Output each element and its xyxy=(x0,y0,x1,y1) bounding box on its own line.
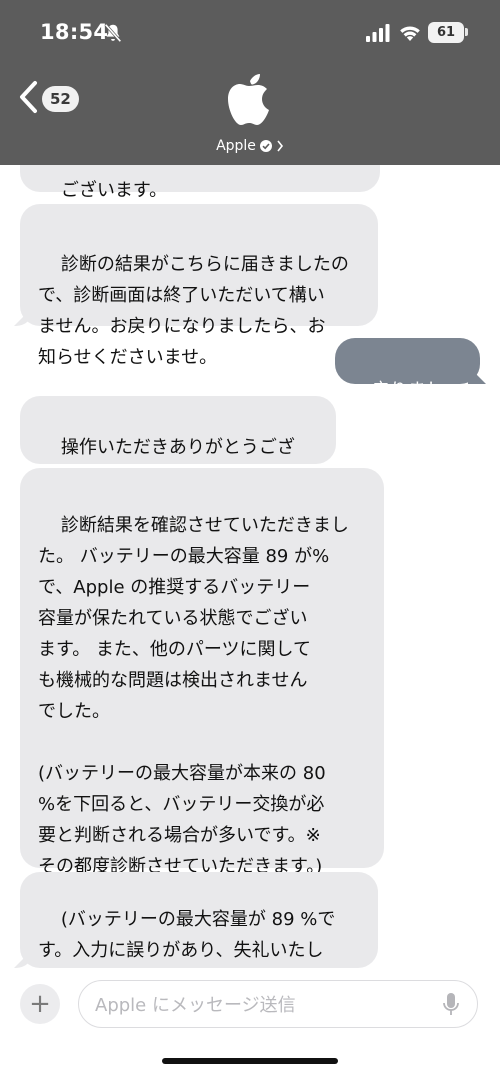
status-time: 18:54 xyxy=(40,20,109,44)
message-field[interactable] xyxy=(78,980,478,1028)
battery-icon: 61 xyxy=(428,22,464,43)
message-bubble-outgoing: 戻りました。 xyxy=(335,338,480,431)
message-text: ございます。 xyxy=(60,180,168,201)
status-bar: 18:54 61 xyxy=(0,0,500,66)
battery-level: 61 xyxy=(436,25,456,40)
home-indicator[interactable] xyxy=(162,1058,338,1064)
microphone-icon[interactable] xyxy=(443,993,459,1017)
message-input[interactable] xyxy=(95,991,425,1019)
unread-count-badge: 52 xyxy=(42,86,79,112)
chevron-left-icon xyxy=(20,81,37,113)
back-button[interactable]: 52 xyxy=(18,80,84,116)
chevron-right-icon xyxy=(277,140,283,152)
contact-name-button[interactable]: Apple xyxy=(0,136,500,156)
wifi-icon xyxy=(400,26,420,41)
bell-slash-icon xyxy=(104,23,122,43)
contact-name: Apple xyxy=(216,138,256,154)
message-bubble-incoming: 診断結果を確認させていただきまし た。 バッテリーの最大容量 89 が% で、A… xyxy=(20,468,384,970)
message-text: 戻りました。 xyxy=(349,380,444,431)
message-bubble-incoming: 操作いただきありがとうござ います。 xyxy=(20,396,336,489)
conversation-header: 18:54 61 52 Apple xyxy=(0,0,500,165)
add-attachment-button[interactable]: + xyxy=(20,984,60,1024)
message-text: 診断の結果がこちらに届きましたの で、診断画面は終了いただいて構い ません。お戻… xyxy=(38,254,349,368)
cellular-signal-icon xyxy=(366,24,390,42)
message-bubble-incoming: 診断の結果がこちらに届きましたの で、診断画面は終了いただいて構い ません。お戻… xyxy=(20,204,378,368)
verified-badge-icon xyxy=(259,140,272,152)
battery-cap xyxy=(465,28,468,36)
apple-logo-icon[interactable] xyxy=(220,68,278,128)
plus-icon: + xyxy=(29,989,51,1019)
message-bubble-incoming: (バッテリーの最大容量が 89 %で す。入力に誤りがあり、失礼いたし ました。… xyxy=(20,872,378,992)
